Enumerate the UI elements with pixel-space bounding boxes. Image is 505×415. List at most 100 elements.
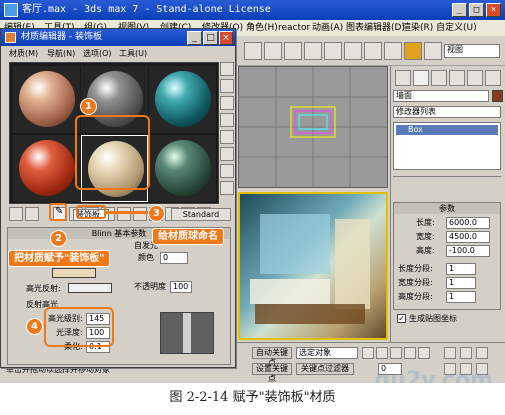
app-title: 客厅.max - 3ds max 7 - Stand-alone License	[22, 4, 271, 15]
video-check-icon[interactable]	[220, 130, 234, 144]
width-value: 4500.0	[449, 232, 477, 241]
specular-swatch[interactable]	[68, 283, 112, 293]
callout-name-label: 给材质球命名	[152, 228, 224, 245]
minimize-button[interactable]: _	[452, 3, 467, 17]
menu-reactor[interactable]: reactor	[278, 20, 310, 36]
modify-tab-icon[interactable]	[413, 70, 429, 86]
sample-slot-6[interactable]	[149, 135, 216, 202]
options-icon[interactable]	[220, 164, 234, 178]
toolbar-button-4[interactable]	[304, 42, 322, 60]
highlight-curve-graph	[160, 312, 214, 354]
select-by-material-icon[interactable]	[220, 181, 234, 195]
auto-key-button[interactable]: 自动关键点	[252, 347, 292, 367]
background-icon[interactable]	[220, 96, 234, 110]
material-editor-menu: 材质(M) 导航(N) 选项(O) 工具(U)	[3, 47, 233, 60]
prev-frame-icon[interactable]	[376, 347, 388, 359]
uv-tiling-icon[interactable]	[220, 113, 234, 127]
make-preview-icon[interactable]	[220, 147, 234, 161]
length-segs-label: 长度分段:	[398, 264, 433, 273]
zoom-all-icon[interactable]	[460, 347, 472, 359]
medit-maximize-button[interactable]: □	[203, 31, 218, 45]
sample-sphere	[19, 71, 75, 127]
toolbar-button-3[interactable]	[284, 42, 302, 60]
motion-tab-icon[interactable]	[449, 70, 465, 86]
length-segs-value: 1	[449, 264, 455, 273]
goto-end-icon[interactable]	[418, 347, 430, 359]
diffuse-swatch[interactable]	[52, 268, 96, 278]
zoom-extents-icon[interactable]	[476, 347, 488, 359]
height-field[interactable]: -100.0	[446, 245, 490, 257]
self-illum-color-field[interactable]: 0	[160, 252, 188, 264]
sample-slot-3[interactable]	[149, 66, 216, 133]
display-tab-icon[interactable]	[467, 70, 483, 86]
play-icon[interactable]	[390, 347, 402, 359]
height-segs-field[interactable]: 1	[446, 291, 476, 303]
toolbar-button-6[interactable]	[344, 42, 362, 60]
goto-start-icon[interactable]	[362, 347, 374, 359]
width-segs-field[interactable]: 1	[446, 277, 476, 289]
toolbar-button-2[interactable]	[264, 42, 282, 60]
hierarchy-tab-icon[interactable]	[431, 70, 447, 86]
length-segs-field[interactable]: 1	[446, 263, 476, 275]
modifier-stack[interactable]: Box	[393, 122, 501, 170]
sample-slot-1[interactable]	[13, 66, 80, 133]
zoom-icon[interactable]	[444, 347, 456, 359]
material-editor-window: 材质编辑器 - 装饰板 _ □ × 材质(M) 导航(N) 选项(O) 工具(U…	[0, 28, 236, 368]
utilities-tab-icon[interactable]	[485, 70, 501, 86]
viewport-grid	[239, 67, 387, 187]
medit-minimize-button[interactable]: _	[187, 31, 202, 45]
params-title[interactable]: 参数	[394, 203, 500, 214]
set-key-button[interactable]: 设置关键点	[252, 363, 292, 383]
backlight-icon[interactable]	[220, 79, 234, 93]
material-editor-button[interactable]	[404, 42, 422, 60]
next-frame-icon[interactable]	[404, 347, 416, 359]
menu-graph-editors[interactable]: 图表编辑器(D)	[346, 20, 405, 36]
render-preview	[238, 192, 388, 340]
put-to-scene-icon[interactable]	[25, 207, 39, 221]
stack-item-box[interactable]: Box	[396, 125, 498, 135]
menu-character[interactable]: 角色(H)	[246, 20, 278, 36]
render-scene-button[interactable]	[424, 42, 442, 60]
get-material-icon[interactable]	[9, 207, 23, 221]
toolbar-button-1[interactable]	[244, 42, 262, 60]
sample-slot-4[interactable]	[13, 135, 80, 202]
sample-type-icon[interactable]	[220, 62, 234, 76]
medit-menu-options[interactable]: 选项(O)	[83, 47, 112, 60]
selection-dropdown[interactable]: 选定对象	[296, 347, 358, 359]
medit-menu-utilities[interactable]: 工具(U)	[119, 47, 147, 60]
width-segs-value: 1	[449, 278, 455, 287]
sample-sphere	[19, 140, 75, 196]
menu-rendering[interactable]: 渲染(R)	[402, 20, 433, 36]
highlight-params-highlight	[44, 307, 114, 347]
blinn-params-rollout: Blinn 基本参数 自发光 颜色 0 高光反射: 不透明度 100 反射高光 …	[7, 227, 231, 365]
create-tab-icon[interactable]	[395, 70, 411, 86]
toolbar-button-5[interactable]	[324, 42, 342, 60]
toolbar-button-8[interactable]	[384, 42, 402, 60]
width-field[interactable]: 4500.0	[446, 231, 490, 243]
toolbar-button-7[interactable]	[364, 42, 382, 60]
callout-badge-1: 1	[80, 98, 97, 115]
menu-animation[interactable]: 动画(A)	[312, 20, 343, 36]
view-dropdown[interactable]: 视图	[444, 44, 500, 58]
opacity-field[interactable]: 100	[170, 281, 192, 293]
viewport-top[interactable]	[238, 66, 388, 188]
name-field-highlight	[76, 205, 106, 219]
medit-menu-material[interactable]: 材质(M)	[9, 47, 38, 60]
material-type-button[interactable]: Standard	[171, 208, 231, 221]
material-editor-icon	[5, 32, 16, 43]
height-value: -100.0	[449, 246, 475, 255]
maximize-button[interactable]: □	[469, 3, 484, 17]
modifier-list-dropdown[interactable]: 修改器列表	[393, 106, 501, 118]
object-name-field[interactable]: 墙面	[393, 90, 489, 102]
height-segs-value: 1	[449, 292, 455, 301]
put-to-library-icon[interactable]	[117, 207, 131, 221]
key-filters-button[interactable]: 关键点过滤器	[296, 363, 354, 375]
material-id-icon[interactable]	[133, 207, 147, 221]
close-button[interactable]: ×	[486, 3, 501, 17]
medit-close-button[interactable]: ×	[219, 31, 233, 45]
medit-menu-navigation[interactable]: 导航(N)	[47, 47, 75, 60]
menu-customize[interactable]: 自定义(U)	[436, 20, 477, 36]
length-field[interactable]: 6000.0	[446, 217, 490, 229]
gen-mapping-checkbox[interactable]: ✓	[397, 314, 406, 323]
object-color-swatch[interactable]	[492, 90, 503, 102]
